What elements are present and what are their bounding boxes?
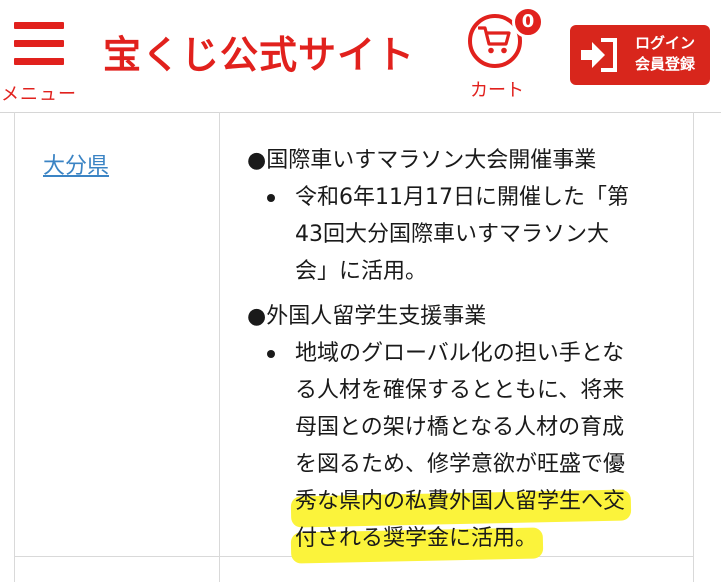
cart-count-badge: 0: [512, 6, 544, 38]
highlighted-text-line: 秀な県内の私費外国人留学生へ交: [295, 483, 667, 520]
site-header: メニュー 宝くじ公式サイト 0 カート ログイン 会員登録: [0, 0, 721, 113]
usage-table: 大分県 ●国際車いすマラソン大会開催事業 令和6年11月17日に開催した「第 4…: [14, 112, 694, 582]
login-label-line2: 会員登録: [634, 55, 695, 73]
site-logo-title[interactable]: 宝くじ公式サイト: [103, 32, 415, 78]
bullet-icon: [267, 194, 275, 202]
login-label: ログイン 会員登録: [624, 33, 706, 75]
hamburger-icon: [14, 22, 64, 66]
prefecture-link[interactable]: 大分県: [43, 148, 109, 180]
usage-description: ●国際車いすマラソン大会開催事業 令和6年11月17日に開催した「第 43回大分…: [247, 142, 667, 557]
column-divider: [219, 112, 220, 582]
text-line: 会」に活用。: [295, 259, 428, 284]
section-heading: ●外国人留学生支援事業: [247, 304, 487, 329]
text-line: 43回大分国際車いすマラソン大: [295, 222, 609, 247]
highlight-marker: 付される奨学金に活用。: [295, 520, 537, 557]
login-arrow-icon: [581, 38, 617, 72]
login-register-button[interactable]: ログイン 会員登録: [570, 25, 710, 85]
text-line: 母国との架け橋となる人材の育成: [295, 415, 625, 440]
cart-button[interactable]: 0 カート: [462, 6, 544, 102]
text-line: を図るため、修学意欲が旺盛で優: [295, 452, 626, 477]
login-label-line1: ログイン: [634, 34, 695, 52]
section-heading: ●国際車いすマラソン大会開催事業: [247, 148, 597, 173]
list-item: 令和6年11月17日に開催した「第 43回大分国際車いすマラソン大 会」に活用。: [247, 179, 667, 290]
menu-label: メニュー: [1, 84, 77, 105]
list-item: 地域のグローバル化の担い手とな る人材を確保するとともに、将来 母国との架け橋と…: [247, 335, 667, 557]
bullet-icon: [267, 350, 275, 358]
highlighted-text-line: 付される奨学金に活用。: [295, 520, 667, 557]
highlight-marker: 秀な県内の私費外国人留学生へ交: [295, 483, 625, 520]
text-line: る人材を確保するとともに、将来: [295, 378, 625, 403]
menu-button[interactable]: メニュー: [0, 18, 78, 105]
text-line: 地域のグローバル化の担い手とな: [295, 341, 625, 366]
text-line: 令和6年11月17日に開催した「第: [295, 185, 629, 210]
cart-label: カート: [470, 80, 524, 101]
